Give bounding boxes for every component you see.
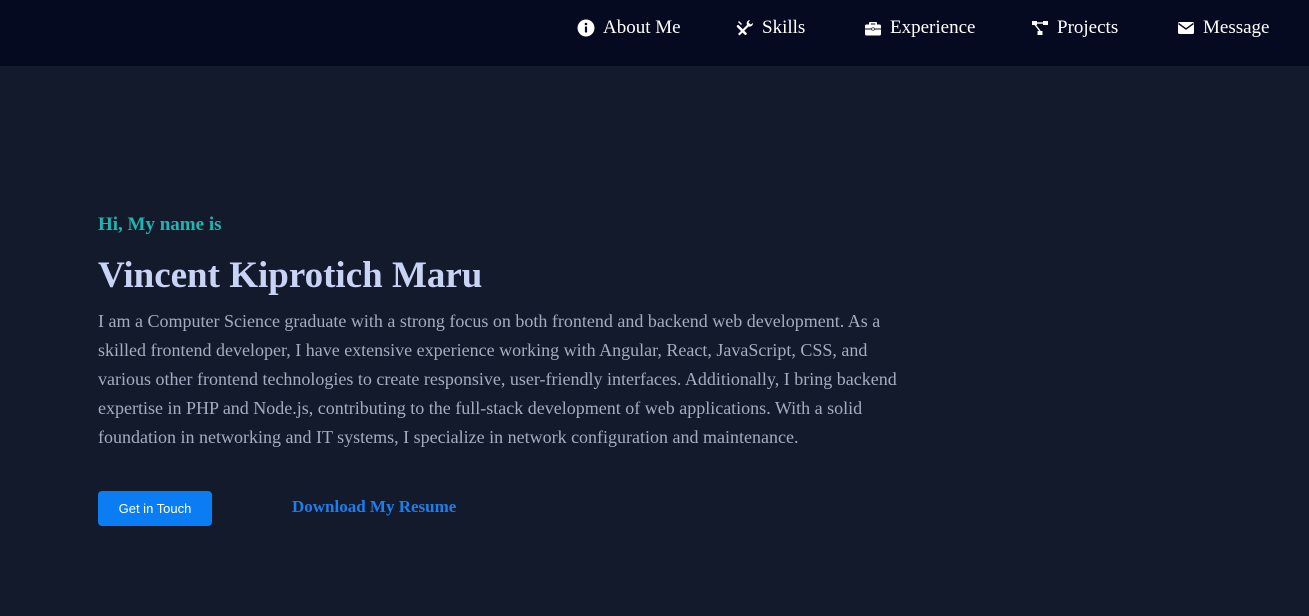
navbar: About Me Skills Experience Projects Mess… bbox=[0, 0, 1309, 66]
info-circle-icon bbox=[577, 19, 595, 37]
nav-item-about-me[interactable]: About Me bbox=[577, 17, 681, 39]
hero-bio: I am a Computer Science graduate with a … bbox=[98, 311, 897, 447]
nav-item-skills[interactable]: Skills bbox=[736, 17, 805, 39]
get-in-touch-button[interactable]: Get in Touch bbox=[98, 491, 212, 526]
nav-item-experience[interactable]: Experience bbox=[864, 17, 975, 39]
download-resume-link[interactable]: Download My Resume bbox=[292, 497, 456, 517]
envelope-icon bbox=[1178, 22, 1194, 34]
nav-item-message[interactable]: Message bbox=[1177, 17, 1269, 39]
project-diagram-icon bbox=[1032, 21, 1048, 35]
nav-item-label: About Me bbox=[603, 17, 681, 38]
nav-item-label: Message bbox=[1203, 17, 1270, 38]
hero-greeting: Hi, My name is bbox=[98, 214, 222, 235]
briefcase-icon bbox=[865, 22, 881, 36]
hero-name: Vincent Kiprotich Maru bbox=[98, 255, 483, 296]
nav-item-label: Skills bbox=[762, 17, 806, 38]
nav-item-label: Experience bbox=[890, 17, 976, 38]
nav-item-label: Projects bbox=[1057, 17, 1119, 38]
tools-icon bbox=[736, 20, 754, 36]
nav-item-projects[interactable]: Projects bbox=[1031, 17, 1118, 39]
